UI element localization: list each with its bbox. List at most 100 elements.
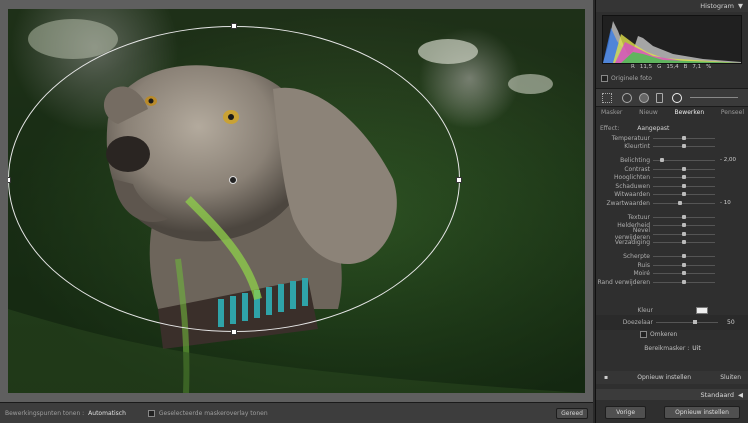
histogram-header[interactable]: Histogram ▼ [596, 0, 748, 12]
slider-row: Ruis [596, 261, 748, 270]
slider-track[interactable] [653, 279, 715, 284]
slider-knob[interactable] [682, 166, 686, 171]
overlay-checkbox[interactable] [147, 409, 155, 417]
original-photo-toggle[interactable]: Originele foto [601, 75, 652, 82]
hist-g-label: G [657, 64, 662, 70]
slider-track[interactable] [653, 253, 715, 258]
original-photo-checkbox[interactable] [601, 75, 608, 82]
slider-knob[interactable] [682, 231, 686, 236]
slider-label: Belichting [620, 156, 650, 164]
defaults-label: Standaard [700, 390, 734, 399]
reset-link[interactable]: Opnieuw instellen [637, 374, 691, 381]
slider-knob[interactable] [682, 214, 686, 219]
tool-strip [596, 88, 748, 107]
effect-row: Effect: Aangepast [600, 125, 669, 132]
slider-knob[interactable] [659, 157, 664, 162]
slider-knob[interactable] [682, 144, 686, 149]
slider-track[interactable] [653, 240, 715, 245]
feather-slider[interactable] [656, 320, 718, 324]
original-photo-label: Originele foto [611, 75, 652, 82]
defaults-header[interactable]: Standaard ◀ [596, 389, 748, 400]
slider-label: Textuur [627, 213, 650, 221]
bottom-buttons: Vorige Opnieuw instellen [596, 404, 748, 420]
toolbar: Bewerkingspunten tonen : Automatisch Ges… [0, 402, 593, 423]
mode-masker[interactable]: Masker [601, 109, 622, 119]
expand-triangle-icon[interactable]: ◀ [738, 391, 743, 399]
slider-track[interactable] [653, 214, 715, 219]
slider-label: Contrast [624, 165, 650, 173]
slider-track[interactable] [653, 192, 715, 197]
slider-track[interactable] [653, 200, 715, 205]
slider-knob[interactable] [682, 279, 686, 284]
mode-nieuw[interactable]: Nieuw [639, 109, 658, 119]
hist-b-label: B [683, 64, 688, 70]
slider-knob[interactable] [682, 262, 686, 267]
mode-penseel[interactable]: Penseel [721, 109, 744, 119]
color-section: Kleur Doezelaar 50 Omkeren Bereikmasker … [596, 305, 748, 357]
panel-footer: ▪ Opnieuw instellen Sluiten [596, 371, 748, 384]
slider-track[interactable] [653, 271, 715, 276]
slider-row: Contrast [596, 165, 748, 174]
slider-track[interactable] [653, 223, 715, 228]
slider-knob[interactable] [682, 183, 686, 188]
close-link[interactable]: Sluiten [720, 374, 741, 381]
edit-pins-mode-select[interactable]: Automatisch [88, 410, 126, 417]
slider-track[interactable] [653, 144, 715, 149]
radial-filter-icon[interactable] [672, 93, 682, 103]
hist-r-label: R [631, 64, 635, 70]
slider-knob[interactable] [682, 271, 686, 276]
slider-label: Verzadiging [614, 239, 650, 247]
mask-center-pin[interactable] [229, 176, 237, 184]
slider-knob[interactable] [682, 175, 686, 180]
slider-track[interactable] [653, 135, 715, 140]
slider-knob[interactable] [682, 240, 686, 245]
slider-row: Zwartwaarden - 10 [596, 199, 748, 208]
mask-handle-bottom[interactable] [231, 329, 237, 335]
range-mask-select[interactable]: Uit [692, 345, 700, 352]
mode-bewerken[interactable]: Bewerken [675, 109, 705, 119]
invert-checkbox[interactable] [640, 331, 647, 338]
slider-label: Scherpte [623, 252, 650, 260]
effect-select[interactable]: Aangepast [637, 125, 669, 132]
slider-row: Rand verwijderen [596, 278, 748, 287]
slider-row: Scherpte [596, 252, 748, 261]
photo-preview[interactable] [8, 9, 585, 393]
slider-knob[interactable] [677, 200, 682, 205]
slider-knob[interactable] [682, 135, 686, 140]
collapse-triangle-icon[interactable]: ▼ [738, 2, 743, 10]
histogram [602, 15, 742, 64]
mask-handle-top[interactable] [231, 23, 237, 29]
slider-track[interactable] [653, 157, 715, 162]
slider-row: Witwaarden [596, 191, 748, 200]
done-button[interactable]: Gereed [556, 407, 588, 419]
brush-slider[interactable] [690, 97, 738, 98]
slider-knob[interactable] [682, 253, 686, 258]
color-label: Kleur [637, 306, 653, 314]
slider-label: Ruis [637, 261, 651, 269]
hist-b-value: 7,1 [692, 64, 702, 70]
slider-row: Kleurtint [596, 143, 748, 152]
slider-knob[interactable] [682, 223, 686, 228]
graduated-filter-icon[interactable] [656, 93, 663, 103]
slider-track[interactable] [653, 231, 715, 236]
slider-knob[interactable] [682, 192, 686, 197]
hist-r-value: 11,5 [639, 64, 653, 70]
slider-label: Moiré [633, 270, 650, 278]
slider-track[interactable] [653, 175, 715, 180]
overlay-label: Geselecteerde maskeroverlay tonen [158, 409, 268, 417]
mask-handle-left[interactable] [8, 177, 11, 183]
crop-icon[interactable] [602, 93, 612, 103]
slider-track[interactable] [653, 166, 715, 171]
slider-row: Temperatuur [596, 134, 748, 143]
slider-track[interactable] [653, 262, 715, 267]
reset-button[interactable]: Opnieuw instellen [664, 405, 740, 419]
toggle-icon[interactable]: ▪ [604, 374, 608, 381]
color-swatch[interactable] [696, 306, 708, 314]
previous-button[interactable]: Vorige [605, 405, 647, 419]
mask-handle-right[interactable] [456, 177, 462, 183]
spot-removal-icon[interactable] [622, 93, 632, 103]
red-eye-icon[interactable] [639, 93, 649, 103]
slider-track[interactable] [653, 183, 715, 188]
histogram-title: Histogram [700, 2, 734, 10]
slider-row: Belichting - 2,00 [596, 156, 748, 165]
